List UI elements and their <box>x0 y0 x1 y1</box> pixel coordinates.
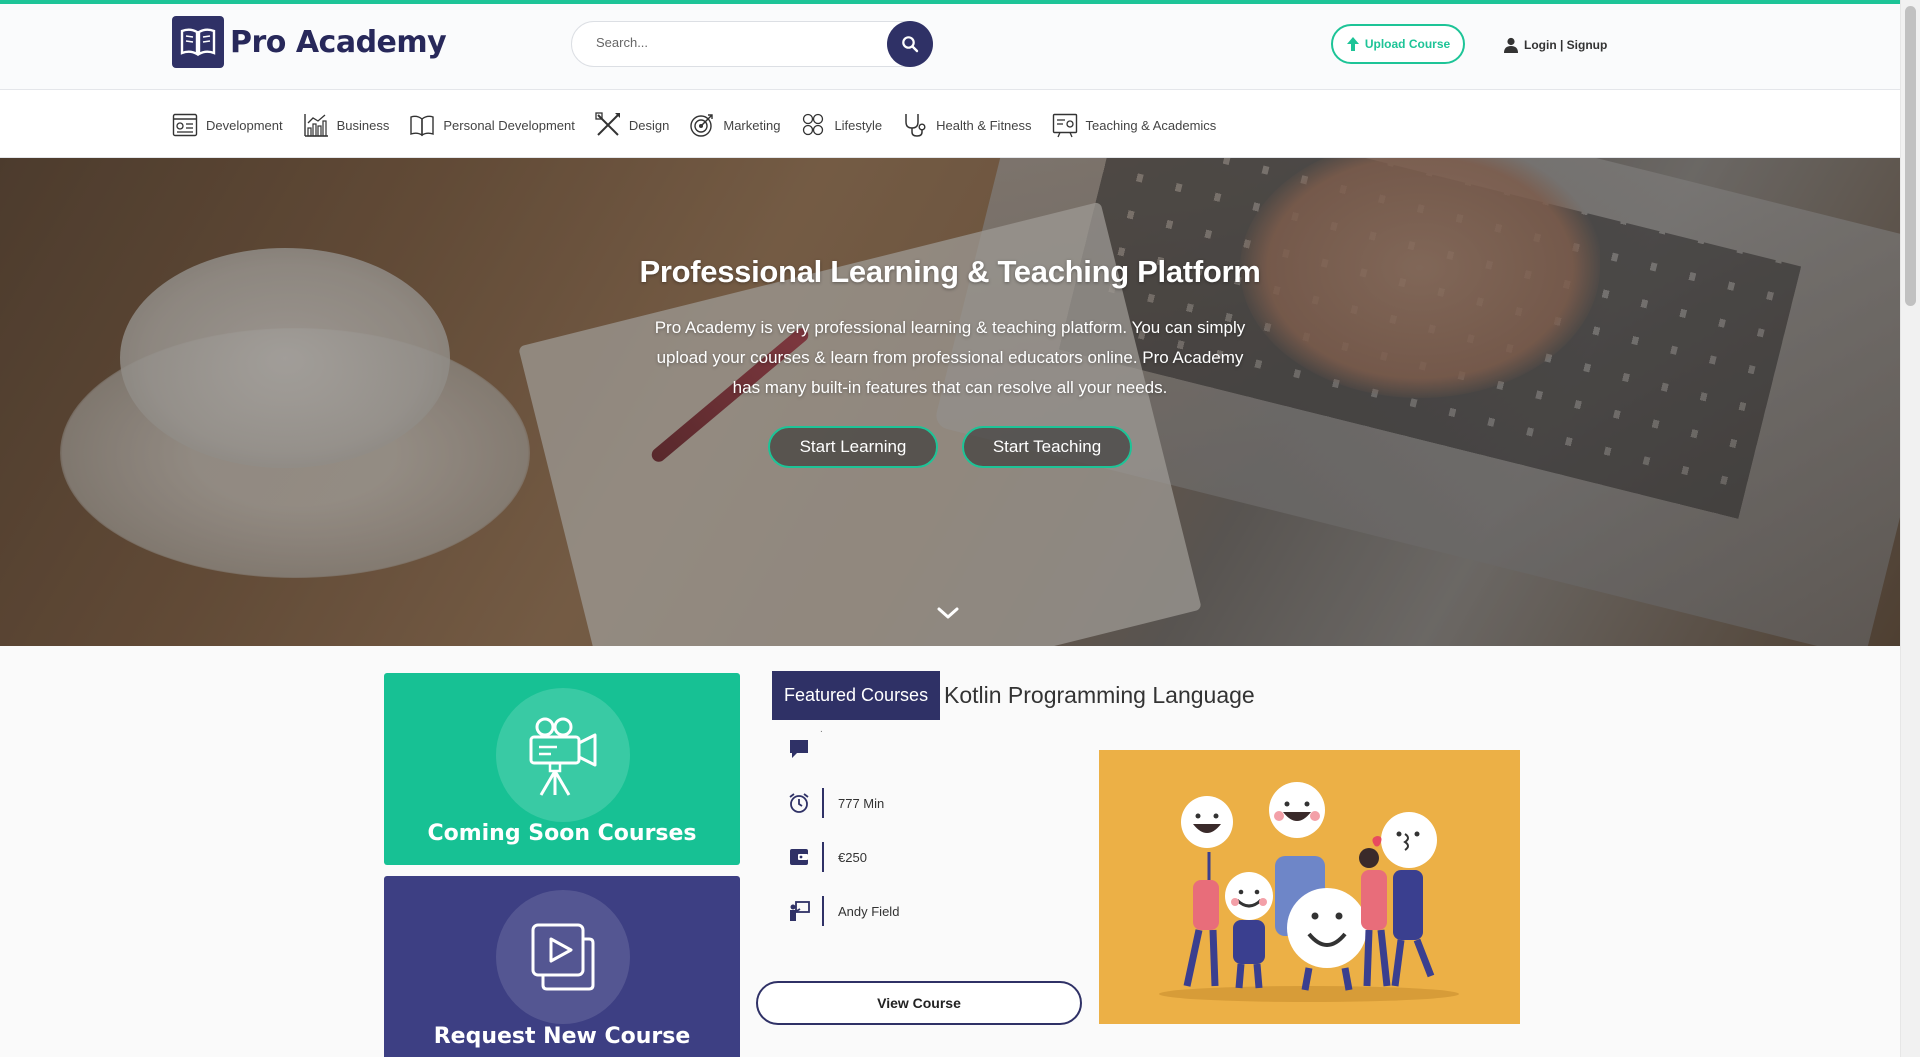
upload-course-label: Upload Course <box>1364 37 1451 51</box>
featured-course-title[interactable]: Kotlin Programming Language <box>944 682 1255 709</box>
design-tools-icon <box>595 112 620 136</box>
hero-title: Professional Learning & Teaching Platfor… <box>639 254 1261 289</box>
request-new-course-title: Request New Course <box>433 1024 691 1049</box>
video-play-icon <box>496 890 630 1024</box>
category-development[interactable]: Development <box>172 110 283 140</box>
open-book-icon <box>410 115 435 137</box>
course-meta-instructor: Andy Field <box>786 884 899 938</box>
video-camera-icon <box>496 688 630 822</box>
course-comment-text: . <box>820 724 823 735</box>
happy-faces-illustration <box>1159 782 1459 1002</box>
scrollbar-thumb[interactable] <box>1905 6 1916 306</box>
category-label: Lifestyle <box>834 117 883 133</box>
open-book-logo-icon <box>172 16 224 68</box>
category-label: Marketing <box>723 117 781 133</box>
category-business[interactable]: Business <box>303 110 390 140</box>
login-signup-link[interactable]: Login | Signup <box>1503 37 1607 53</box>
category-label: Personal Development <box>443 117 575 133</box>
category-marketing[interactable]: Marketing <box>689 110 780 140</box>
start-learning-button[interactable]: Start Learning <box>768 426 938 468</box>
alarm-clock-icon <box>786 792 812 814</box>
meta-divider <box>822 896 824 926</box>
category-design[interactable]: Design <box>595 110 669 140</box>
category-label: Health & Fitness <box>936 117 1032 133</box>
login-signup-label: Login | Signup <box>1524 38 1608 52</box>
lifestyle-icon <box>803 113 824 136</box>
search-input[interactable] <box>596 35 846 50</box>
meta-divider <box>822 788 824 818</box>
site-header: Pro Academy Upload Course Login | Signup <box>0 4 1900 90</box>
hero-description: Pro Academy is very professional learnin… <box>654 318 1246 397</box>
request-new-course-card[interactable]: Request New Course <box>384 876 740 1057</box>
upload-arrow-icon <box>1346 37 1359 51</box>
category-label: Design <box>628 117 670 133</box>
page-scrollbar[interactable] <box>1900 0 1920 1057</box>
course-meta: . 777 Min €250 Andy Field <box>786 722 899 938</box>
coming-soon-courses-card[interactable]: Coming Soon Courses <box>384 673 740 865</box>
coming-soon-courses-title: Coming Soon Courses <box>427 821 697 846</box>
target-icon <box>690 114 714 137</box>
teaching-board-icon <box>1052 113 1077 138</box>
teacher-icon <box>786 900 812 922</box>
start-teaching-button[interactable]: Start Teaching <box>962 426 1132 468</box>
stethoscope-icon <box>905 114 926 137</box>
hero-buttons: Start Learning Start Teaching <box>0 426 1900 468</box>
category-personal-development[interactable]: Personal Development <box>409 110 575 140</box>
course-meta-comments <box>786 722 899 776</box>
comment-icon <box>786 738 812 760</box>
scroll-down-chevron-icon[interactable] <box>936 606 960 625</box>
development-icon <box>172 113 198 137</box>
category-label: Teaching & Academics <box>1085 117 1217 133</box>
course-instructor: Andy Field <box>838 903 900 919</box>
category-label: Business <box>336 117 390 133</box>
course-duration: 777 Min <box>838 795 885 811</box>
featured-courses-tag: Featured Courses <box>772 671 941 720</box>
wallet-icon <box>786 846 812 868</box>
meta-divider <box>822 842 824 872</box>
search-icon <box>902 36 919 53</box>
category-label: Development <box>206 117 283 133</box>
search-button[interactable] <box>887 21 933 67</box>
user-icon <box>1504 37 1518 53</box>
category-nav: Development Business Personal Developmen… <box>0 90 1900 158</box>
hero-banner: Professional Learning & Teaching Platfor… <box>0 158 1900 646</box>
category-health-fitness[interactable]: Health & Fitness <box>902 110 1032 140</box>
business-chart-icon <box>303 114 328 137</box>
course-thumbnail[interactable] <box>1099 750 1520 1024</box>
brand-name: Pro Academy <box>230 24 447 60</box>
main-content: Coming Soon Courses Request New Course F… <box>0 646 1900 1057</box>
logo[interactable]: Pro Academy <box>172 16 447 68</box>
category-lifestyle[interactable]: Lifestyle <box>800 110 882 140</box>
category-teaching-academics[interactable]: Teaching & Academics <box>1052 110 1217 140</box>
search-box <box>571 21 933 67</box>
course-meta-price: €250 <box>786 830 899 884</box>
upload-course-button[interactable]: Upload Course <box>1331 24 1465 64</box>
course-meta-duration: 777 Min <box>786 776 899 830</box>
view-course-button[interactable]: View Course <box>756 981 1082 1025</box>
course-price: €250 <box>838 849 867 865</box>
